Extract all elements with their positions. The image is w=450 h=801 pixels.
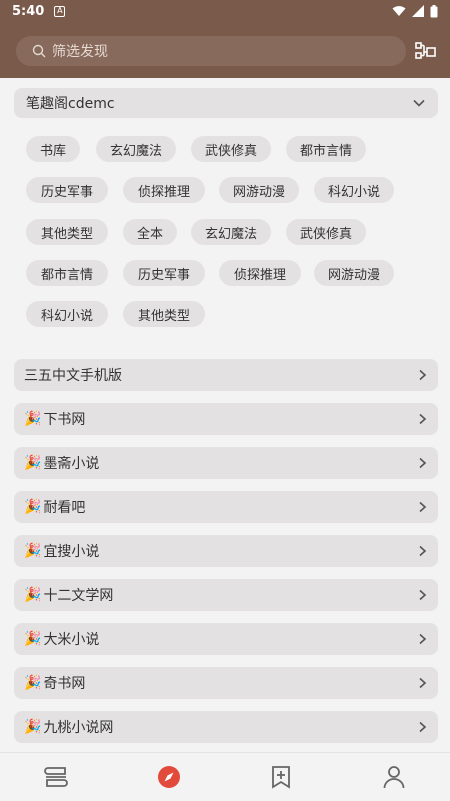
party-popper-icon: 🎉	[24, 455, 41, 471]
wifi-icon	[392, 5, 406, 17]
discover-compass-icon	[157, 765, 181, 789]
source-group-header[interactable]: 笔趣阁cdemc	[14, 88, 438, 118]
status-icons	[392, 5, 438, 18]
party-popper-icon: 🎉	[24, 587, 41, 603]
chevron-right-icon	[416, 501, 428, 513]
search-placeholder: 筛选发现	[52, 41, 108, 61]
source-label: 三五中文手机版	[24, 365, 122, 385]
nav-bookshelf[interactable]	[0, 753, 113, 801]
status-bar: 5:40 A	[0, 0, 450, 22]
source-row[interactable]: 🎉 十二文学网	[14, 579, 438, 611]
battery-icon	[430, 5, 438, 18]
party-popper-icon: 🎉	[24, 543, 41, 559]
source-label: 宜搜小说	[43, 541, 99, 561]
tag-chip[interactable]: 玄幻魔法	[191, 219, 271, 245]
source-row[interactable]: 🎉 下书网	[14, 403, 438, 435]
chevron-right-icon	[416, 413, 428, 425]
notification-icon: A	[54, 6, 65, 17]
source-label: 下书网	[43, 409, 85, 429]
signal-icon	[412, 5, 424, 17]
nav-bookmark[interactable]	[225, 753, 338, 801]
search-input[interactable]: 筛选发现	[16, 36, 406, 66]
chevron-right-icon	[416, 545, 428, 557]
tag-chip[interactable]: 科幻小说	[314, 177, 394, 203]
search-icon	[32, 44, 46, 58]
chevron-right-icon	[416, 589, 428, 601]
tag-chip[interactable]: 其他类型	[123, 301, 205, 327]
party-popper-icon: 🎉	[24, 499, 41, 515]
nav-profile[interactable]	[338, 753, 450, 801]
party-popper-icon: 🎉	[24, 675, 41, 691]
source-row[interactable]: 三五中文手机版	[14, 359, 438, 391]
top-app-bar: 筛选发现	[0, 22, 450, 78]
party-popper-icon: 🎉	[24, 411, 41, 427]
party-popper-icon: 🎉	[24, 719, 41, 735]
source-label: 大米小说	[43, 629, 99, 649]
chevron-right-icon	[416, 633, 428, 645]
source-label: 奇书网	[43, 673, 85, 693]
bottom-navigation	[0, 752, 450, 800]
tag-chip[interactable]: 其他类型	[26, 219, 108, 245]
nav-discover[interactable]	[113, 753, 226, 801]
source-row[interactable]: 🎉 大米小说	[14, 623, 438, 655]
tag-chip[interactable]: 玄幻魔法	[96, 136, 176, 162]
party-popper-icon: 🎉	[24, 631, 41, 647]
tag-chip[interactable]: 都市言情	[286, 136, 366, 162]
source-label: 十二文学网	[43, 585, 113, 605]
source-row[interactable]: 🎉 耐看吧	[14, 491, 438, 523]
bookmark-add-icon	[270, 765, 292, 789]
chevron-right-icon	[416, 369, 428, 381]
tag-chip[interactable]: 武侠修真	[286, 219, 366, 245]
source-row[interactable]: 🎉 宜搜小说	[14, 535, 438, 567]
tag-chip[interactable]: 侦探推理	[219, 260, 301, 286]
tag-chip[interactable]: 书库	[26, 136, 80, 162]
tag-chip[interactable]: 网游动漫	[314, 260, 394, 286]
profile-icon	[383, 765, 405, 789]
group-title: 笔趣阁cdemc	[26, 93, 115, 113]
tag-chip[interactable]: 都市言情	[26, 260, 108, 286]
tag-chip[interactable]: 全本	[123, 219, 177, 245]
status-time: 5:40	[12, 4, 44, 19]
chevron-right-icon	[416, 721, 428, 733]
tag-chip[interactable]: 历史军事	[123, 260, 205, 286]
tag-chip[interactable]: 网游动漫	[219, 177, 299, 203]
tag-chip[interactable]: 历史军事	[26, 177, 108, 203]
source-row[interactable]: 🎉 九桃小说网	[14, 711, 438, 743]
bookshelf-icon	[43, 766, 69, 788]
source-row[interactable]: 🎉 墨斋小说	[14, 447, 438, 479]
chevron-right-icon	[416, 457, 428, 469]
source-row[interactable]: 🎉 奇书网	[14, 667, 438, 699]
tag-chip[interactable]: 武侠修真	[191, 136, 271, 162]
tag-chip[interactable]: 科幻小说	[26, 301, 108, 327]
source-label: 九桃小说网	[43, 717, 113, 737]
chevron-down-icon	[412, 96, 426, 110]
chevron-right-icon	[416, 677, 428, 689]
tag-chip[interactable]: 侦探推理	[123, 177, 205, 203]
source-manage-icon[interactable]	[414, 40, 438, 64]
source-label: 墨斋小说	[43, 453, 99, 473]
source-label: 耐看吧	[43, 497, 85, 517]
